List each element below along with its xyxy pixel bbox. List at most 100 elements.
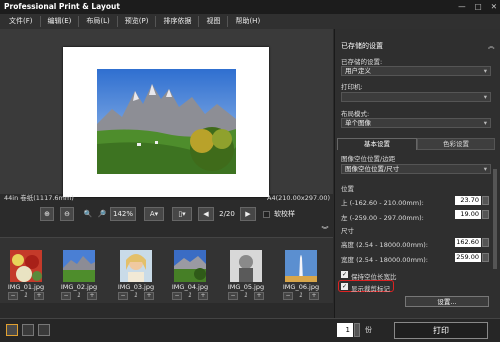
decrement-button[interactable]: − [118, 292, 128, 300]
panel-scrollbar[interactable] [493, 169, 497, 269]
width-input[interactable]: 259.00 [455, 253, 481, 262]
position-mode-label: 图像空位位置/边距 [341, 155, 396, 163]
delete-page-button[interactable]: ⊖ [60, 207, 74, 221]
page-icon: ▯▾ [178, 210, 186, 218]
thumbnail-name: IMG_05.jpg [227, 283, 265, 291]
thumbnail-image[interactable] [230, 250, 262, 282]
increment-button[interactable]: + [308, 292, 319, 300]
thumbnail-item[interactable]: IMG_02.jpg −1 + [54, 248, 104, 302]
decrement-button[interactable]: − [283, 292, 293, 300]
increment-button[interactable]: + [143, 292, 154, 300]
copy-count: 1 [299, 292, 303, 299]
page-tool-button[interactable]: ▯▾ [172, 207, 192, 221]
thumbnail-image[interactable] [174, 250, 206, 282]
panel-collapse-icon[interactable]: ︽ [488, 40, 495, 50]
view-single-button[interactable] [6, 324, 18, 336]
copy-count: 1 [77, 292, 81, 299]
thumbnail-name: IMG_03.jpg [117, 283, 155, 291]
zoom-out-icon: 🔍 [83, 210, 93, 218]
print-button[interactable]: 打印 [394, 322, 488, 339]
copy-count: 1 [134, 292, 138, 299]
title-bar: Professional Print & Layout — □ ✕ [0, 0, 500, 14]
settings-panel: 已存储的设置 ︽ 已存储的设置: 用户定义 打印机: 布局模式: 单个图像 基本… [334, 29, 500, 318]
info-bar: 44in 卷纸(1117.6mm) A4(210.00x297.00) [0, 194, 333, 203]
left-label: 左 (-259.00 - 297.00mm): [341, 214, 424, 222]
prev-page-button[interactable]: ◀ [198, 207, 214, 221]
height-spinner[interactable] [482, 238, 489, 247]
position-heading: 位置 [341, 185, 354, 193]
thumbnail-name: IMG_06.jpg [282, 283, 320, 291]
softproof-checkbox[interactable] [263, 211, 270, 218]
maximize-button[interactable]: □ [475, 0, 482, 14]
zoom-value: 142% [112, 210, 133, 218]
menu-sort[interactable]: 排序依据 [156, 16, 200, 27]
increment-button[interactable]: + [253, 292, 264, 300]
height-input[interactable]: 162.60 [455, 238, 481, 247]
view-compare-button[interactable] [38, 324, 50, 336]
settings-button[interactable]: 设置... [405, 296, 489, 307]
left-spinner[interactable] [482, 210, 489, 219]
keep-ratio-checkbox[interactable]: ✓ [341, 271, 348, 278]
thumbnail-item[interactable]: IMG_05.jpg −1 + [221, 248, 271, 302]
thumbnail-image[interactable] [120, 250, 152, 282]
thumbnail-item[interactable]: IMG_03.jpg −1 + [111, 248, 161, 302]
view-split-button[interactable] [22, 324, 34, 336]
minimize-button[interactable]: — [458, 0, 466, 14]
zoom-in-button[interactable]: 🔎 [96, 207, 108, 221]
decrement-button[interactable]: − [172, 292, 182, 300]
tab-basic[interactable]: 基本设置 [337, 138, 417, 150]
increment-button[interactable]: + [197, 292, 208, 300]
height-label: 高度 (2.54 - 18000.00mm): [341, 241, 428, 249]
preview-photo[interactable] [97, 69, 236, 174]
thumbnail-item[interactable]: IMG_01.jpg −1 + [1, 248, 51, 302]
add-page-button[interactable]: ⊕ [40, 207, 54, 221]
decrement-button[interactable]: − [8, 292, 18, 300]
thumbnail-image[interactable] [63, 250, 95, 282]
filmstrip: IMG_01.jpg −1 + IMG_02.jpg −1 + IMG_03.jpg… [0, 237, 333, 303]
decrement-button[interactable]: − [228, 292, 238, 300]
size-heading: 尺寸 [341, 227, 354, 235]
size-info: A4(210.00x297.00) [267, 194, 330, 202]
text-icon: A▾ [149, 210, 159, 218]
increment-button[interactable]: + [33, 292, 44, 300]
top-input[interactable]: 23.70 [455, 196, 481, 205]
crop-marks-checkbox[interactable]: ✓ [341, 283, 348, 290]
printer-select[interactable] [341, 92, 491, 102]
position-mode-select[interactable]: 图像空位位置/尺寸 [341, 164, 491, 174]
thumbnail-item[interactable]: IMG_06.jpg −1 + [276, 248, 326, 302]
menu-preview[interactable]: 预览(P) [118, 16, 157, 27]
zoom-select[interactable]: 142% [110, 207, 136, 221]
left-input[interactable]: 19.00 [455, 210, 481, 219]
saved-select[interactable]: 用户定义 [341, 66, 491, 76]
copies-spinner[interactable] [354, 323, 360, 337]
layout-select[interactable]: 单个图像 [341, 118, 491, 128]
menu-file[interactable]: 文件(F) [2, 16, 41, 27]
bottom-bar: 1 份 打印 [0, 318, 500, 342]
thumbnail-image[interactable] [10, 250, 42, 282]
increment-button[interactable]: + [86, 292, 97, 300]
page-remove-icon: ⊖ [64, 210, 70, 218]
zoom-in-icon: 🔎 [97, 210, 107, 218]
text-tool-button[interactable]: A▾ [144, 207, 164, 221]
zoom-out-button[interactable]: 🔍 [82, 207, 94, 221]
close-button[interactable]: ✕ [491, 0, 497, 14]
printer-label: 打印机: [341, 83, 363, 91]
paper-info: 44in 卷纸(1117.6mm) [4, 194, 74, 202]
collapse-filmstrip-button[interactable]: ︾ [320, 226, 330, 234]
thumbnail-item[interactable]: IMG_04.jpg −1 + [165, 248, 215, 302]
copy-count: 1 [244, 292, 248, 299]
menu-view[interactable]: 视图 [199, 16, 229, 27]
width-spinner[interactable] [482, 253, 489, 262]
decrement-button[interactable]: − [61, 292, 71, 300]
thumbnail-name: IMG_02.jpg [60, 283, 98, 291]
tab-color[interactable]: 色彩设置 [417, 138, 495, 150]
menu-help[interactable]: 帮助(H) [228, 16, 267, 27]
copies-input[interactable]: 1 [337, 323, 353, 337]
thumbnail-image[interactable] [285, 250, 317, 282]
next-page-button[interactable]: ▶ [240, 207, 256, 221]
menu-layout[interactable]: 布局(L) [79, 16, 118, 27]
crop-marks-label: 显示裁剪标记 [351, 285, 390, 293]
paper-preview[interactable] [63, 47, 269, 197]
top-spinner[interactable] [482, 196, 489, 205]
menu-edit[interactable]: 编辑(E) [41, 16, 80, 27]
